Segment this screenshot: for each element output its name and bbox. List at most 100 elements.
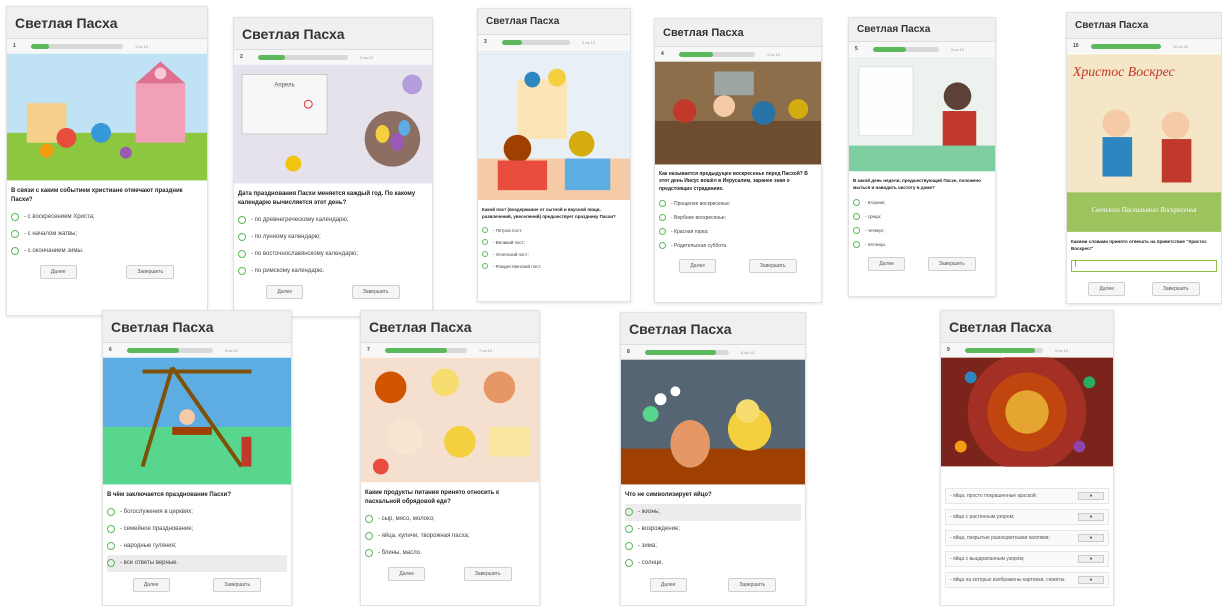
option-label: - сыр, мясо, молоко; — [378, 515, 435, 522]
page-title: Светлая Пасха — [15, 14, 118, 31]
match-label: - яйца с выцарапанным узором; — [950, 556, 1025, 562]
answer-option[interactable]: - народные гуляния; — [107, 538, 287, 555]
card-header: Светлая Пасха — [1067, 13, 1221, 39]
page-title: Светлая Пасха — [1075, 20, 1149, 31]
radio-icon — [11, 246, 19, 255]
children-illustration — [7, 53, 207, 181]
next-button[interactable]: Далее — [388, 567, 426, 582]
answer-option[interactable]: - семейное празднование; — [107, 521, 287, 538]
answer-option[interactable]: - яйца, куличи, творожная пасха; — [365, 527, 535, 544]
answer-option[interactable]: - с началом жатвы; — [11, 225, 203, 242]
button-row: Далее Завершить — [621, 574, 805, 596]
answer-option[interactable]: - по древнегреческому календарю; — [238, 211, 428, 228]
card-header: Светлая Пасха — [849, 18, 995, 42]
answer-option[interactable]: - Прощеное воскресенье; — [659, 197, 817, 211]
match-row: - яйца с выцарапанным узором; ♦ — [945, 551, 1109, 567]
finish-button[interactable]: Завершить — [126, 265, 175, 280]
radio-icon — [853, 198, 860, 206]
finish-button[interactable]: Завершить — [351, 285, 400, 300]
answer-option[interactable]: - среда; — [853, 209, 991, 223]
answer-option[interactable]: - с окончанием зимы. — [11, 242, 203, 259]
question-number: 3 — [484, 39, 487, 45]
answer-option[interactable]: - возрождение; — [625, 521, 801, 538]
answer-option[interactable]: - Вербное воскресенье; — [659, 211, 817, 225]
answer-option[interactable]: - Родительская суббота. — [659, 239, 817, 253]
next-button[interactable]: Далее — [266, 285, 304, 300]
answer-option[interactable]: - по восточнославянскому календарю; — [238, 245, 428, 262]
finish-button[interactable]: Завершить — [463, 567, 512, 582]
finish-button[interactable]: Завершить — [728, 577, 777, 592]
progress-bar — [965, 347, 1043, 353]
progress-text: 5 из 10 — [951, 46, 964, 52]
radio-icon — [482, 263, 488, 270]
finish-button[interactable]: Завершить — [1151, 282, 1200, 297]
match-select[interactable]: ♦ — [1078, 576, 1104, 584]
radio-icon — [238, 215, 246, 224]
next-button[interactable]: Далее — [1088, 282, 1126, 297]
answer-option[interactable]: - Великий пост; — [482, 236, 626, 248]
card-header: Светлая Пасха — [655, 19, 821, 47]
finish-button[interactable]: Завершить — [748, 258, 797, 273]
finish-button[interactable]: Завершить — [213, 577, 262, 592]
answer-option[interactable]: - четверг; — [853, 223, 991, 237]
answer-option[interactable]: - Красная горка; — [659, 225, 817, 239]
option-label: - Прощеное воскресенье; — [671, 200, 731, 207]
option-label: - по римскому календарю. — [251, 267, 325, 274]
page-title: Светлая Пасха — [111, 318, 214, 335]
next-button[interactable]: Далее — [868, 257, 906, 272]
progress-bar — [645, 349, 729, 355]
answer-option[interactable]: - блины, масло. — [365, 544, 535, 561]
option-label: - Родительская суббота. — [671, 242, 728, 249]
page-title: Светлая Пасха — [857, 24, 931, 35]
question-number: 9 — [947, 347, 950, 353]
answer-option[interactable]: - с воскресением Христа; — [11, 208, 203, 225]
answer-option[interactable]: - Рождественский пост. — [482, 260, 626, 272]
next-button[interactable]: Далее — [132, 577, 170, 592]
radio-icon — [238, 232, 246, 241]
question-number: 1 — [13, 43, 16, 49]
easter-food-photo — [361, 357, 539, 483]
progress-row: 7 7 из 10 — [361, 343, 539, 357]
question-text: Какой пост (воздержание от сытной и вкус… — [482, 207, 616, 219]
match-row: - яйца, просто покрашенные краской; ♦ — [945, 488, 1109, 504]
progress-bar — [1091, 43, 1161, 49]
answer-option[interactable]: - по лунному календарю; — [238, 228, 428, 245]
question-number: 7 — [367, 347, 370, 353]
radio-icon — [625, 542, 633, 551]
next-button[interactable]: Далее — [679, 258, 717, 273]
answer-option[interactable]: - по римскому календарю. — [238, 262, 428, 279]
answer-option-selected[interactable]: - все ответы верные. — [107, 554, 287, 572]
finish-button[interactable]: Завершить — [927, 257, 976, 272]
progress-bar — [679, 51, 755, 57]
match-select[interactable]: ♦ — [1078, 534, 1104, 542]
question-number: 6 — [109, 347, 112, 353]
progress-fill — [502, 39, 523, 45]
question-number: 4 — [661, 51, 664, 57]
answer-option[interactable]: - богослужения в церквях; — [107, 504, 287, 521]
answer-input[interactable]: | — [1071, 260, 1217, 273]
options-list: - Петров пост; - Великий пост; - Успенск… — [478, 222, 630, 274]
radio-icon — [11, 212, 19, 221]
progress-text: 6 из 10 — [225, 347, 238, 353]
radio-icon — [107, 525, 115, 534]
quiz-card-3: Светлая Пасха 3 3 из 10 Какой пост (возд… — [477, 8, 631, 302]
match-select[interactable]: ♦ — [1078, 492, 1104, 500]
match-select[interactable]: ♦ — [1078, 555, 1104, 563]
option-label: - возрождение; — [638, 526, 680, 533]
next-button[interactable]: Далее — [39, 265, 77, 280]
radio-icon — [853, 226, 860, 234]
answer-option[interactable]: - вторник; — [853, 195, 991, 209]
match-select[interactable]: ♦ — [1078, 513, 1104, 521]
next-button[interactable]: Далее — [649, 577, 687, 592]
answer-option[interactable]: - Успенский пост; — [482, 248, 626, 260]
quiz-card-1: Светлая Пасха 1 1 из 10 В связи с каким … — [6, 6, 208, 316]
answer-option[interactable]: - пятница. — [853, 237, 991, 251]
answer-option[interactable]: - сыр, мясо, молоко; — [365, 510, 535, 527]
answer-option-selected[interactable]: - жизнь; — [625, 503, 801, 521]
palm-sunday-painting — [655, 61, 821, 165]
answer-option[interactable]: - солнце. — [625, 555, 801, 572]
answer-option[interactable]: - Петров пост; — [482, 224, 626, 236]
answer-option[interactable]: - зима; — [625, 538, 801, 555]
page-title: Светлая Пасха — [369, 318, 472, 335]
option-label: - по древнегреческому календарю; — [251, 216, 349, 223]
